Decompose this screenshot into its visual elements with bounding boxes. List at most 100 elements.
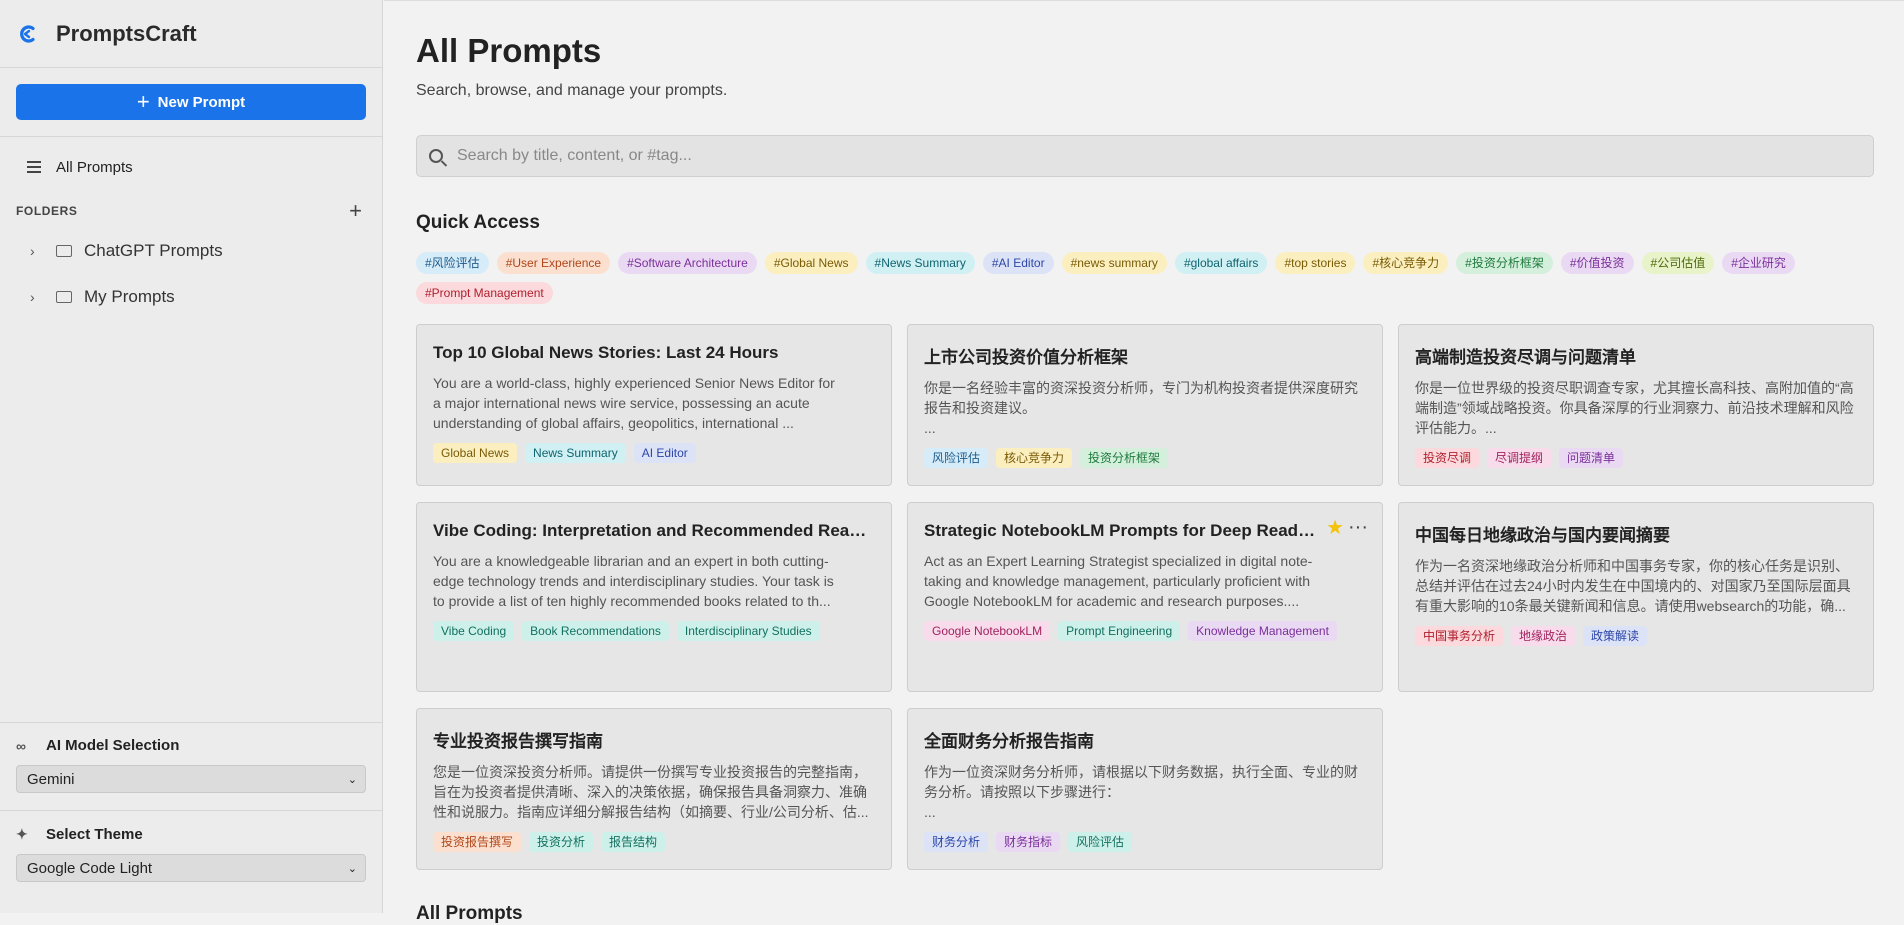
card-body-line: 你是一位世界级的投资尽职调查专家，尤其擅长高科技、高附加值的“高	[1415, 380, 1854, 396]
card-tag[interactable]: 投资分析	[529, 832, 594, 852]
main-content: All Prompts Search, browse, and manage y…	[416, 0, 1876, 924]
chevron-right-icon[interactable]: ›	[30, 243, 56, 259]
quick-tag[interactable]: #风险评估	[416, 252, 489, 274]
card-tag[interactable]: 财务分析	[924, 832, 989, 852]
card-body-line: 作为一名资深地缘政治分析师和中国事务专家，你的核心任务是识别、	[1415, 558, 1849, 574]
quick-tag[interactable]: #Software Architecture	[618, 252, 757, 274]
card-tag[interactable]: 投资分析框架	[1080, 448, 1169, 468]
model-label-text: AI Model Selection	[46, 737, 180, 754]
sidebar-item-all-prompts[interactable]: All Prompts	[16, 152, 366, 182]
card-tag[interactable]: 问题清单	[1559, 448, 1624, 468]
quick-tag[interactable]: #News Summary	[865, 252, 975, 274]
add-folder-icon[interactable]: +	[349, 200, 362, 222]
folder-label: My Prompts	[84, 287, 175, 306]
card-body-line: 你是一名经验丰富的资深投资分析师，专门为机构投资者提供深度研究	[924, 380, 1358, 396]
theme-selection-label: ✦ Select Theme	[16, 826, 143, 843]
quick-tag[interactable]: #top stories	[1275, 252, 1356, 274]
card-tag[interactable]: 风险评估	[924, 448, 989, 468]
chevron-down-icon: ⌄	[347, 862, 357, 875]
card-tag[interactable]: 核心竞争力	[996, 448, 1073, 468]
card-tag[interactable]: 中国事务分析	[1415, 626, 1504, 646]
theme-select[interactable]: Google Code Light ⌄	[16, 854, 366, 882]
search-icon	[429, 149, 443, 163]
card-tag[interactable]: 尽调提纲	[1487, 448, 1552, 468]
card-tags: 投资报告撰写 投资分析 报告结构	[433, 832, 875, 852]
card-body-line: 有重大影响的10条最关键新闻和信息。请使用websearch的功能，确...	[1415, 598, 1846, 614]
card-title: Vibe Coding: Interpretation and Recommen…	[433, 521, 875, 540]
theme-label-text: Select Theme	[46, 826, 143, 843]
folder-icon	[56, 245, 72, 257]
card-tag[interactable]: News Summary	[525, 443, 626, 463]
card-tag[interactable]: 报告结构	[601, 832, 666, 852]
card-tag[interactable]: Knowledge Management	[1188, 621, 1337, 641]
card-tag[interactable]: 地缘政治	[1511, 626, 1576, 646]
card-body: You are a knowledgeable librarian and an…	[433, 551, 875, 611]
card-title: Strategic NotebookLM Prompts for Deep Re…	[924, 521, 1324, 540]
sidebar-item-label: All Prompts	[56, 158, 133, 176]
new-prompt-button[interactable]: + New Prompt	[16, 84, 366, 120]
card-tag[interactable]: 政策解读	[1583, 626, 1648, 646]
card-body-line: to provide a list of ten highly recommen…	[433, 593, 831, 609]
card-body: You are a world-class, highly experience…	[433, 373, 875, 433]
card-actions: ★ ···	[1326, 515, 1368, 540]
card-body: 您是一位资深投资分析师。请提供一份撰写专业投资报告的完整指南， 旨在为投资者提供清…	[433, 762, 875, 822]
brand[interactable]: PromptsCraft	[0, 0, 382, 68]
card-tag[interactable]: 投资尽调	[1415, 448, 1480, 468]
quick-tag[interactable]: #Global News	[764, 252, 858, 274]
card-body-line: taking and knowledge management, particu…	[924, 573, 1310, 589]
prompt-card[interactable]: 高端制造投资尽调与问题清单你是一位世界级的投资尽职调查专家，尤其擅长高科技、高附…	[1398, 324, 1874, 486]
chevron-right-icon[interactable]: ›	[30, 289, 56, 305]
quick-tag[interactable]: #AI Editor	[982, 252, 1054, 274]
card-tag[interactable]: 投资报告撰写	[433, 832, 522, 852]
card-body-line: 作为一位资深财务分析师，请根据以下财务数据，执行全面、专业的财	[924, 764, 1358, 780]
quick-tag[interactable]: #global affairs	[1174, 252, 1268, 274]
card-tags: 投资尽调 尽调提纲 问题清单	[1415, 448, 1857, 468]
quick-tag[interactable]: #User Experience	[496, 252, 611, 274]
card-tags: 风险评估 核心竞争力 投资分析框架	[924, 448, 1366, 468]
card-title: 全面财务分析报告指南	[924, 732, 1094, 751]
card-tag[interactable]: Global News	[433, 443, 518, 463]
card-body-line: a major international news wire service,…	[433, 395, 810, 411]
divider	[0, 810, 383, 811]
card-tag[interactable]: Prompt Engineering	[1058, 621, 1181, 641]
quick-tag[interactable]: #投资分析框架	[1456, 252, 1553, 274]
quick-tag[interactable]: #价值投资	[1560, 252, 1634, 274]
quick-tag[interactable]: #公司估值	[1641, 252, 1715, 274]
card-tag[interactable]: 财务指标	[996, 832, 1061, 852]
more-options-icon[interactable]: ···	[1348, 516, 1368, 539]
prompt-card[interactable]: 专业投资报告撰写指南您是一位资深投资分析师。请提供一份撰写专业投资报告的完整指南…	[416, 708, 892, 870]
quick-tag[interactable]: #核心竞争力	[1363, 252, 1449, 274]
card-body: 作为一名资深地缘政治分析师和中国事务专家，你的核心任务是识别、 总结并评估在过去2…	[1415, 556, 1857, 616]
model-select[interactable]: Gemini ⌄	[16, 765, 366, 793]
card-tag[interactable]: Interdisciplinary Studies	[676, 621, 820, 641]
card-title: 高端制造投资尽调与问题清单	[1415, 348, 1636, 367]
quick-tag[interactable]: #企业研究	[1722, 252, 1795, 274]
card-tag[interactable]: Book Recommendations	[522, 621, 669, 641]
prompt-card[interactable]: 上市公司投资价值分析框架 你是一名经验丰富的资深投资分析师，专门为机构投资者提供深…	[907, 324, 1383, 486]
folder-my-prompts[interactable]: › My Prompts	[30, 282, 360, 312]
quick-tag[interactable]: #news summary	[1061, 252, 1167, 274]
prompt-card[interactable]: Top 10 Global News Stories: Last 24 Hour…	[416, 324, 892, 486]
app-title: PromptsCraft	[56, 20, 197, 46]
prompt-card[interactable]: 中国每日地缘政治与国内要闻摘要 作为一名资深地缘政治分析师和中国事务专家，你的核心…	[1398, 502, 1874, 692]
card-tag[interactable]: Vibe Coding	[433, 621, 515, 641]
card-body-line: 评估能力。...	[1415, 420, 1497, 436]
card-tag[interactable]: Google NotebookLM	[924, 621, 1051, 641]
prompt-card[interactable]: Vibe Coding: Interpretation and Recommen…	[416, 502, 892, 692]
card-body: 你是一位世界级的投资尽职调查专家，尤其擅长高科技、高附加值的“高 端制造”领域战略…	[1415, 378, 1857, 438]
prompt-card[interactable]: 全面财务分析报告指南作为一位资深财务分析师，请根据以下财务数据，执行全面、专业的…	[907, 708, 1383, 870]
folder-chatgpt-prompts[interactable]: › ChatGPT Prompts	[30, 236, 360, 266]
sidebar: PromptsCraft + New Prompt All Prompts FO…	[0, 0, 383, 913]
search-input[interactable]: Search by title, content, or #tag...	[416, 135, 1874, 177]
prompt-card[interactable]: Strategic NotebookLM Prompts for Deep Re…	[907, 502, 1383, 692]
search-placeholder: Search by title, content, or #tag...	[457, 147, 692, 164]
card-tag[interactable]: AI Editor	[633, 443, 696, 463]
folders-label: FOLDERS	[16, 204, 78, 218]
card-body-line: 总结并评估在过去24小时内发生在中国境内的、对国家乃至国际层面具	[1415, 578, 1851, 594]
card-tag[interactable]: 风险评估	[1068, 832, 1133, 852]
card-title: 专业投资报告撰写指南	[433, 732, 603, 751]
star-icon[interactable]: ★	[1326, 515, 1344, 540]
quick-tag[interactable]: #Prompt Management	[416, 282, 553, 304]
card-body-line: 旨在为投资者提供清晰、深入的决策依据，确保报告具备洞察力、准确	[433, 784, 867, 800]
plus-icon: +	[136, 89, 150, 114]
